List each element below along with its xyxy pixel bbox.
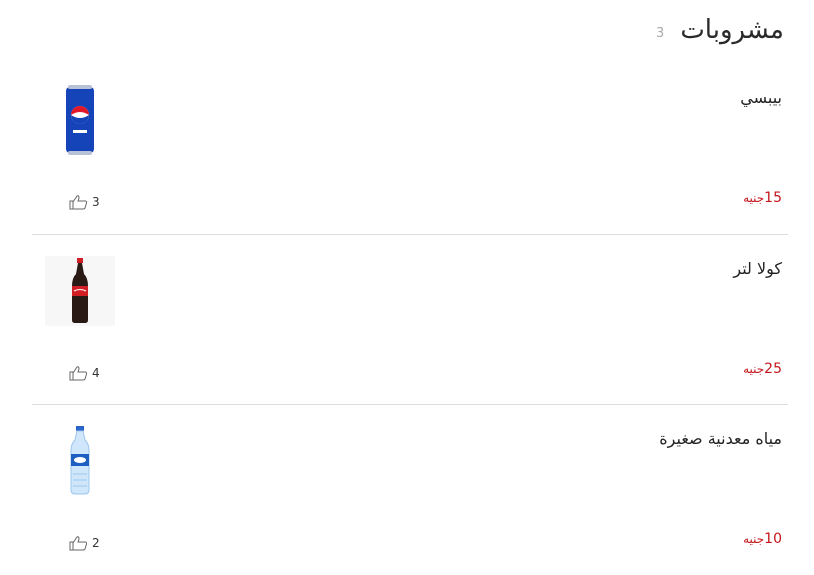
menu-item-name: مياه معدنية صغيرة: [659, 429, 782, 448]
menu-item-name: بيبسي: [740, 88, 782, 107]
like-count: 2: [92, 536, 100, 550]
like-count: 3: [92, 195, 100, 209]
category-header: مشروبات 3: [30, 10, 784, 50]
menu-item[interactable]: مياه معدنية صغيرة 10 جنيه 2: [32, 404, 788, 575]
like-control[interactable]: 3: [68, 194, 100, 210]
pepsi-can-icon[interactable]: [44, 84, 116, 156]
menu-item[interactable]: بيبسي 15 جنيه 3: [32, 64, 788, 234]
price-currency: جنيه: [743, 362, 765, 376]
category-item-count: 3: [656, 25, 665, 41]
category-title: مشروبات: [680, 15, 784, 45]
thumbs-up-icon: [69, 536, 88, 551]
thumbs-up-icon: [69, 195, 88, 210]
thumbs-up-icon: [69, 366, 88, 381]
menu-item-price: 25 جنيه: [743, 361, 782, 377]
price-value: 25: [764, 361, 782, 377]
water-bottle-icon[interactable]: [44, 425, 116, 497]
like-control[interactable]: 4: [68, 365, 100, 381]
like-count: 4: [92, 366, 100, 380]
menu-category-section: مشروبات 3 بيبسي 15 جنيه 3 كولا لتر 25 جن…: [0, 0, 814, 569]
price-currency: جنيه: [743, 532, 765, 546]
menu-item-name: كولا لتر: [733, 259, 782, 278]
menu-item[interactable]: كولا لتر 25 جنيه 4: [32, 234, 788, 405]
cola-bottle-icon[interactable]: [44, 255, 116, 327]
price-currency: جنيه: [743, 191, 765, 205]
price-value: 10: [764, 531, 782, 547]
price-value: 15: [764, 190, 782, 206]
menu-item-price: 15 جنيه: [743, 190, 782, 206]
menu-item-price: 10 جنيه: [743, 531, 782, 547]
like-control[interactable]: 2: [68, 535, 100, 551]
